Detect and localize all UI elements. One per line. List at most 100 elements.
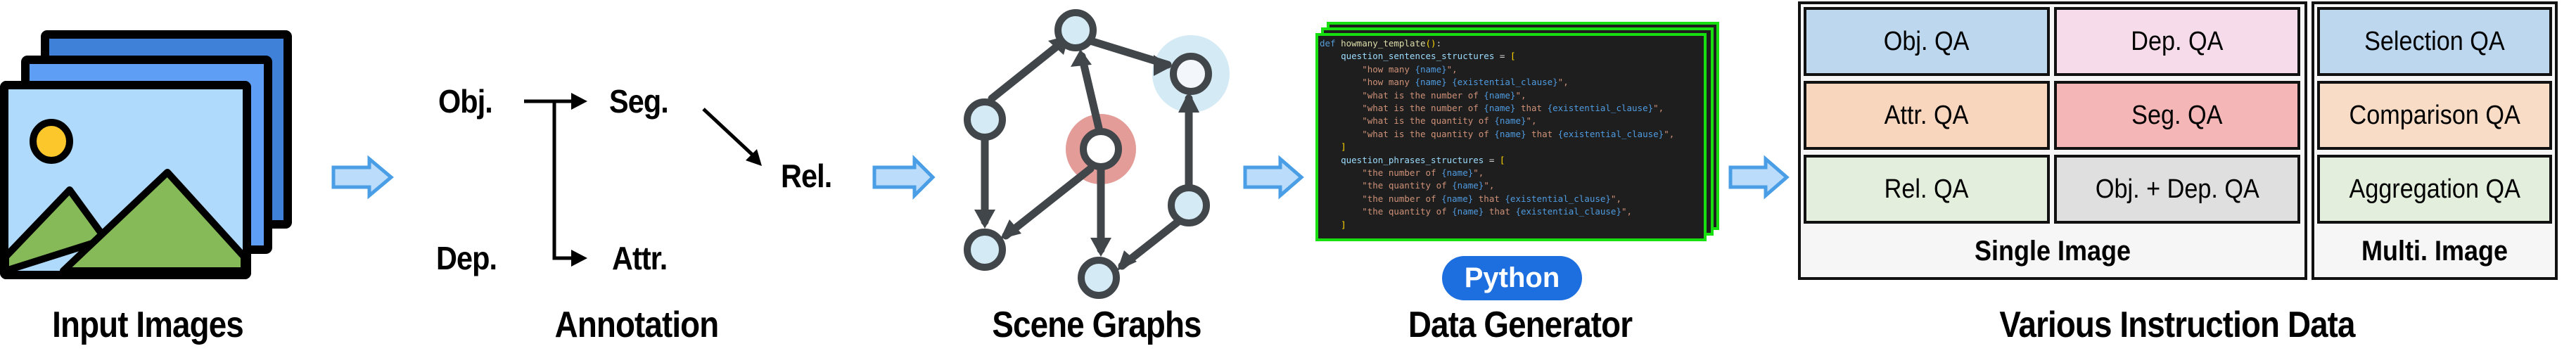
code-token: {existential_clause} bbox=[1515, 206, 1621, 217]
graph-node bbox=[964, 98, 1006, 141]
code-token: "the quantity of bbox=[1320, 206, 1453, 217]
single-image-qa-cell: Obj. QA bbox=[1804, 7, 2050, 76]
code-token: def bbox=[1320, 38, 1341, 49]
graph-node bbox=[1054, 9, 1097, 51]
annotation-seg: Seg. bbox=[609, 83, 669, 120]
code-line: "what is the quantity of {name} that {ex… bbox=[1320, 128, 1704, 141]
arrowhead-icon bbox=[1090, 238, 1111, 257]
multi-image-qa-cell: Aggregation QA bbox=[2317, 155, 2552, 224]
annotation-attr: Attr. bbox=[612, 240, 668, 276]
arrowhead-icon bbox=[571, 93, 587, 110]
code-token: "what is the number of bbox=[1320, 89, 1484, 101]
code-token: ", bbox=[1446, 63, 1458, 75]
code-token: ", bbox=[1515, 89, 1526, 101]
code-line: "the quantity of {name} that {existentia… bbox=[1320, 205, 1704, 218]
graph-node bbox=[964, 229, 1006, 271]
flow-arrow-icon bbox=[331, 155, 394, 200]
qa-type-label: Aggregation QA bbox=[2349, 174, 2520, 204]
code-token: {name} bbox=[1415, 63, 1447, 75]
code-token: {name} bbox=[1452, 206, 1484, 217]
annotation-dep: Dep. bbox=[436, 240, 497, 276]
code-token: "what is the quantity of bbox=[1320, 115, 1495, 127]
code-token: "the number of bbox=[1320, 167, 1442, 179]
code-token: "the number of bbox=[1320, 193, 1442, 204]
code-line: "the quantity of {name}", bbox=[1320, 179, 1704, 192]
qa-type-label: Seg. QA bbox=[2131, 100, 2223, 130]
annotation-rel: Rel. bbox=[781, 158, 832, 194]
multi-image-label: Multi. Image bbox=[2361, 236, 2508, 267]
code-line: "the number of {name}", bbox=[1320, 167, 1704, 179]
code-token: ", bbox=[1621, 206, 1633, 217]
single-image-qa-cell: Rel. QA bbox=[1804, 155, 2050, 224]
data-generator-label: Data Generator bbox=[1408, 305, 1633, 345]
single-image-qa-cell: Obj. + Dep. QA bbox=[2054, 155, 2300, 224]
code-line: question_sentences_structures = [ bbox=[1320, 50, 1704, 63]
code-token: ", bbox=[1526, 115, 1537, 127]
single-image-qa-cell: Dep. QA bbox=[2054, 7, 2300, 76]
code-line: question_phrases_structures = [ bbox=[1320, 154, 1704, 167]
arrowhead-icon bbox=[1071, 49, 1092, 67]
qa-type-label: Obj. QA bbox=[1884, 26, 1970, 56]
annotation-label: Annotation bbox=[554, 305, 720, 345]
qa-type-label: Comparison QA bbox=[2349, 100, 2520, 130]
code-token: {name} bbox=[1441, 193, 1474, 204]
qa-type-label: Dep. QA bbox=[2131, 26, 2224, 56]
code-token: ", bbox=[1664, 128, 1675, 139]
qa-type-label: Attr. QA bbox=[1885, 100, 1969, 130]
scene-graphs-label: Scene Graphs bbox=[992, 305, 1201, 345]
code-token: {name} bbox=[1494, 128, 1526, 139]
code-token: {existential_clause} bbox=[1505, 193, 1611, 204]
code-token: "what is the number of bbox=[1320, 103, 1484, 114]
code-token: = bbox=[1484, 154, 1500, 165]
code-token: ] bbox=[1320, 219, 1346, 230]
code-token: {name} bbox=[1415, 77, 1447, 88]
multi-image-qa-cell: Selection QA bbox=[2317, 7, 2552, 76]
code-token: "how many bbox=[1320, 77, 1415, 88]
flow-arrow-icon bbox=[1728, 155, 1790, 200]
code-token: ", bbox=[1484, 180, 1495, 191]
arrowhead-icon bbox=[974, 210, 995, 229]
code-line: "what is the number of {name}", bbox=[1320, 89, 1704, 102]
code-token: that bbox=[1515, 103, 1548, 114]
code-token: ", bbox=[1473, 167, 1484, 179]
qa-type-label: Obj. + Dep. QA bbox=[2095, 174, 2259, 204]
annotation-obj: Obj. bbox=[438, 83, 493, 120]
code-line: "how many {name} {existential_clause}", bbox=[1320, 76, 1704, 89]
code-token: () bbox=[1425, 38, 1436, 49]
graph-node bbox=[1078, 257, 1120, 299]
code-window: def howmany_template(): question_sentenc… bbox=[1315, 33, 1707, 241]
code-line: ] bbox=[1320, 219, 1704, 231]
code-token: that bbox=[1526, 128, 1558, 139]
qa-type-label: Rel. QA bbox=[1885, 174, 1969, 204]
code-line: "what is the quantity of {name}", bbox=[1320, 115, 1704, 127]
single-image-qa-cell: Seg. QA bbox=[2054, 81, 2300, 150]
code-token: ] bbox=[1320, 141, 1346, 153]
code-token: {existential_clause} bbox=[1547, 103, 1654, 114]
code-token: = bbox=[1494, 51, 1510, 62]
code-line: ] bbox=[1320, 141, 1704, 153]
qa-type-label: Selection QA bbox=[2364, 26, 2505, 56]
code-token: howmany_template bbox=[1341, 38, 1426, 49]
code-token: question_phrases_structures bbox=[1320, 154, 1484, 165]
graph-node bbox=[1170, 53, 1212, 95]
code-line: "what is the number of {name} that {exis… bbox=[1320, 102, 1704, 115]
code-token: that bbox=[1484, 206, 1516, 217]
code-token: {name} bbox=[1452, 180, 1484, 191]
code-token: {existential_clause} bbox=[1557, 128, 1664, 139]
code-line: "the number of {name} that {existential_… bbox=[1320, 193, 1704, 205]
code-token: question_sentences_structures bbox=[1320, 51, 1495, 62]
code-token: that bbox=[1473, 193, 1505, 204]
code-token: {name} bbox=[1484, 103, 1516, 114]
code-token: "how many bbox=[1320, 63, 1415, 75]
code-token: [ bbox=[1499, 154, 1505, 165]
code-token: ", bbox=[1557, 77, 1569, 88]
graph-node bbox=[1080, 128, 1122, 170]
multi-image-qa-cell: Comparison QA bbox=[2317, 81, 2552, 150]
code-token: "the quantity of bbox=[1320, 180, 1453, 191]
arrowhead-icon bbox=[571, 250, 587, 267]
code-token: [ bbox=[1510, 51, 1516, 62]
graph-node bbox=[1168, 184, 1210, 226]
code-token: : bbox=[1436, 38, 1442, 49]
code-line: def howmany_template(): bbox=[1320, 37, 1704, 50]
code-token: {existential_clause} bbox=[1452, 77, 1558, 88]
